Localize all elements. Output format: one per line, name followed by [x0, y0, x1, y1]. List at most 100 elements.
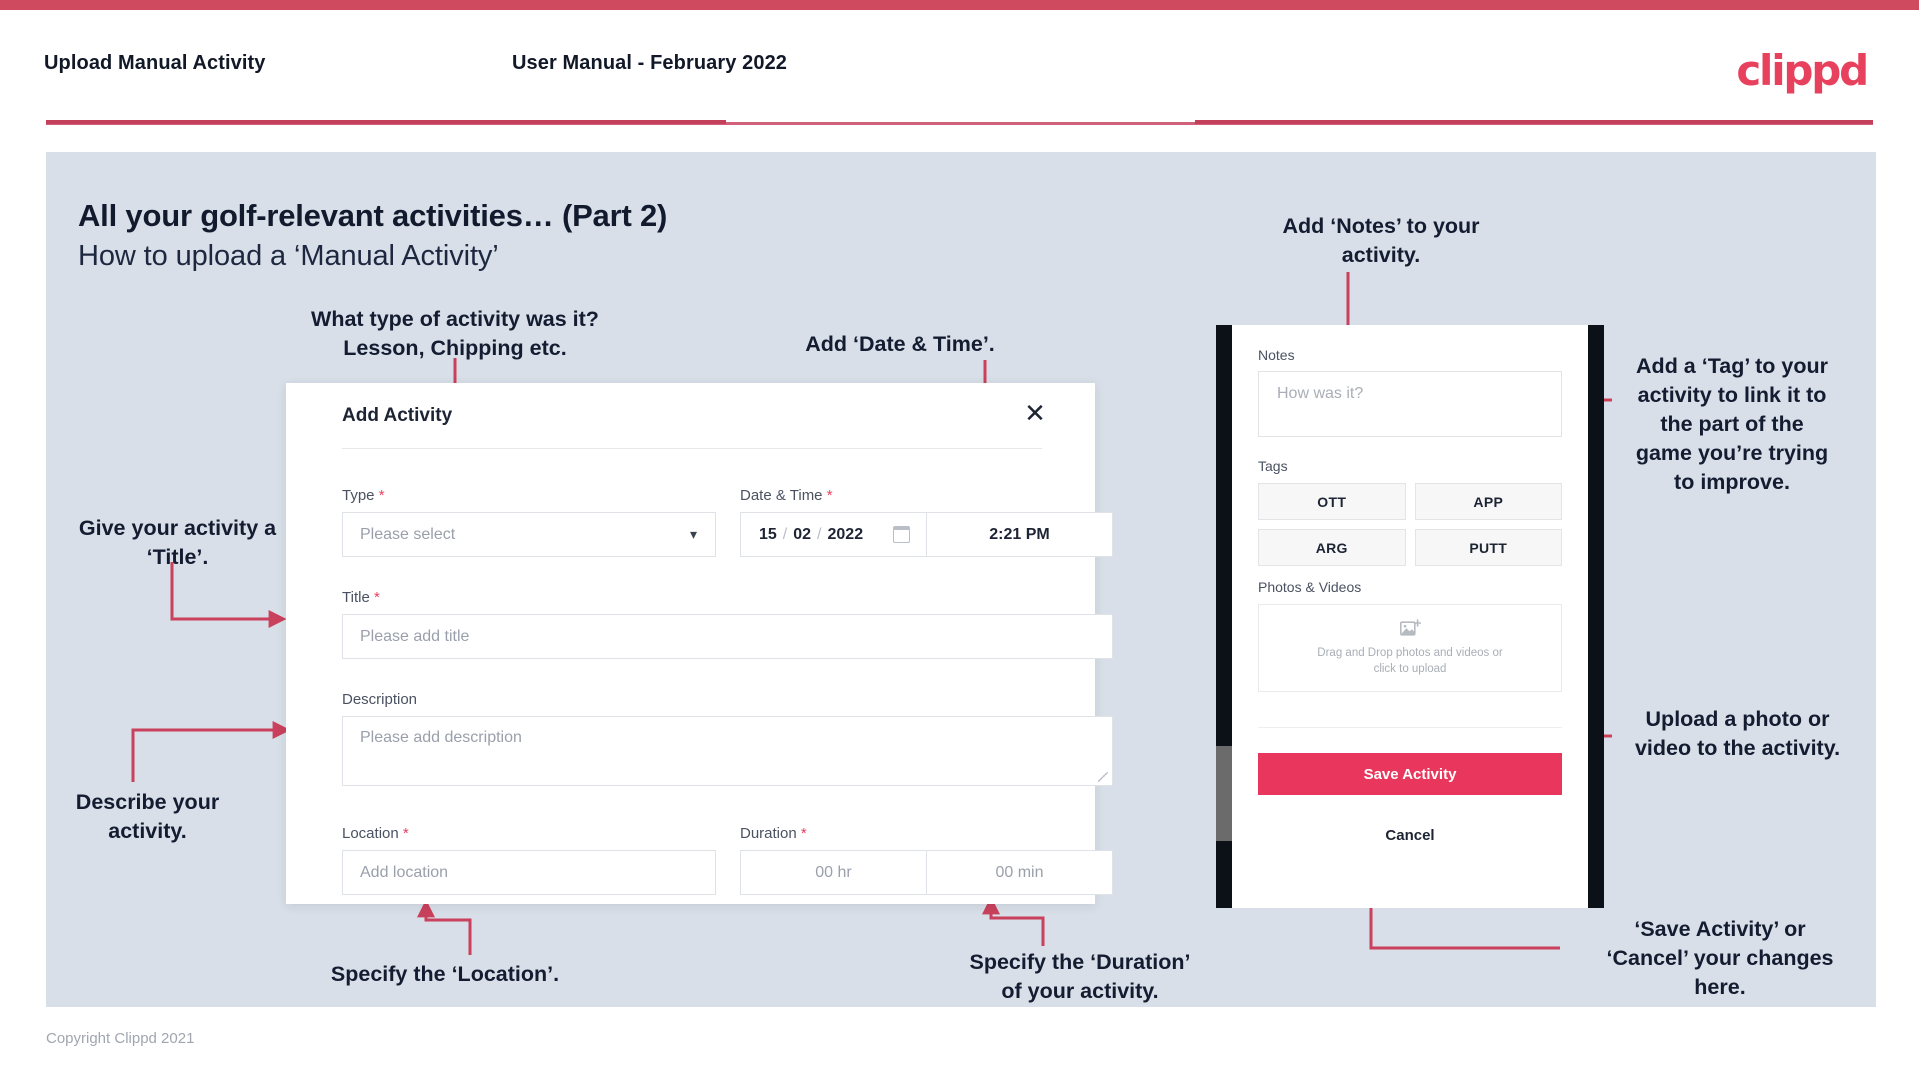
- phone-photos-label: Photos & Videos: [1258, 579, 1362, 595]
- save-activity-button[interactable]: Save Activity: [1258, 753, 1562, 795]
- annotation-notes: Add ‘Notes’ to your activity.: [1282, 214, 1480, 267]
- phone-side-button: [1216, 746, 1232, 841]
- clippd-logo: clippd: [1736, 46, 1869, 95]
- field-duration-required: *: [800, 825, 807, 842]
- annotation-type: What type of activity was it? Lesson, Ch…: [311, 307, 599, 360]
- title-input[interactable]: Please add title: [342, 614, 1113, 659]
- field-description: Description Please add description: [342, 691, 1113, 786]
- add-image-icon: [1399, 619, 1421, 636]
- field-date-time-label: Date & Time *: [740, 487, 1113, 504]
- time-value: 2:21 PM: [989, 525, 1050, 543]
- field-title: Title * Please add title: [342, 589, 1113, 659]
- date-time-group: 15 / 02 / 2022 2:21 PM: [740, 512, 1113, 557]
- annotation-location: Specify the ‘Location’.: [330, 962, 560, 986]
- calendar-icon[interactable]: [893, 526, 910, 543]
- field-description-label: Description: [342, 691, 1113, 708]
- field-date-time-label-text: Date & Time: [740, 487, 823, 504]
- field-date-time-required: *: [826, 487, 833, 504]
- slide-subtitle: How to upload a ‘Manual Activity’: [78, 240, 499, 272]
- annotation-upload: Upload a photo or video to the activity.: [1634, 707, 1841, 760]
- field-duration-label: Duration *: [740, 825, 1113, 842]
- field-type-label-text: Type: [342, 487, 375, 504]
- date-month: 02: [793, 525, 812, 543]
- annotation-save-cancel: ‘Save Activity’ or ‘Cancel’ your changes…: [1606, 917, 1834, 999]
- footer-copyright: Copyright Clippd 2021: [46, 1030, 195, 1047]
- field-description-label-text: Description: [342, 691, 418, 708]
- chevron-down-icon: ▾: [689, 526, 697, 543]
- field-type: Type * Please select ▾: [342, 487, 716, 557]
- phone-notes-input[interactable]: How was it?: [1258, 371, 1562, 437]
- field-location-label-text: Location: [342, 825, 399, 842]
- close-icon[interactable]: ✕: [1021, 400, 1049, 428]
- field-type-label: Type *: [342, 487, 716, 504]
- tag-button-putt[interactable]: PUTT: [1414, 529, 1562, 566]
- phone-tags-section: Tags OTT APP ARG PUTT: [1258, 458, 1562, 566]
- phone-bezel-right: [1588, 325, 1604, 908]
- dialog-header-divider: [342, 448, 1042, 449]
- duration-minutes-placeholder: 00 min: [995, 863, 1044, 881]
- field-title-required: *: [373, 589, 380, 606]
- cancel-button[interactable]: Cancel: [1258, 820, 1562, 850]
- phone-photos-section: Photos & Videos Drag and Drop photos and…: [1258, 579, 1562, 692]
- location-input-placeholder: Add location: [360, 863, 449, 881]
- phone-bezel-left: [1216, 325, 1232, 908]
- field-title-label: Title *: [342, 589, 1113, 606]
- phone-tags-label: Tags: [1258, 458, 1288, 474]
- date-sep-2: /: [817, 525, 822, 543]
- tag-button-arg[interactable]: ARG: [1258, 529, 1406, 566]
- phone-notes-section: Notes How was it?: [1258, 347, 1562, 437]
- duration-hours-placeholder: 00 hr: [815, 863, 852, 881]
- description-placeholder: Please add description: [360, 729, 522, 746]
- page-title: Upload Manual Activity: [44, 52, 266, 74]
- tag-button-app[interactable]: APP: [1414, 483, 1562, 520]
- manual-subtitle: User Manual - February 2022: [512, 52, 788, 74]
- location-input[interactable]: Add location: [342, 850, 716, 895]
- phone-upload-text: Drag and Drop photos and videos or click…: [1317, 645, 1502, 677]
- annotation-tags: Add a ‘Tag’ to your activity to link it …: [1635, 354, 1829, 494]
- top-accent-bar: [0, 0, 1919, 10]
- description-textarea[interactable]: Please add description: [342, 716, 1113, 786]
- title-input-placeholder: Please add title: [360, 627, 470, 645]
- field-type-required: *: [378, 487, 385, 504]
- add-activity-dialog: Add Activity ✕ Type * Please select ▾ Da…: [286, 383, 1113, 904]
- annotation-date-time: Add ‘Date & Time’.: [805, 332, 995, 356]
- annotation-description: Describe your activity.: [75, 790, 220, 843]
- phone-mockup: Notes How was it? Tags OTT APP ARG PUTT …: [1216, 325, 1604, 908]
- page-header: Upload Manual Activity User Manual - Feb…: [0, 10, 1919, 125]
- resize-grip-icon[interactable]: [1098, 772, 1108, 782]
- time-input[interactable]: 2:21 PM: [927, 512, 1113, 557]
- slide-title: All your golf-relevant activities… (Part…: [78, 198, 668, 233]
- duration-group: 00 hr 00 min: [740, 850, 1113, 895]
- phone-upload-line2: click to upload: [1373, 663, 1447, 675]
- date-day: 15: [759, 525, 777, 543]
- phone-notes-label: Notes: [1258, 347, 1295, 363]
- field-duration-label-text: Duration: [740, 825, 797, 842]
- duration-minutes-input[interactable]: 00 min: [927, 850, 1113, 895]
- header-divider-left: [46, 120, 726, 124]
- type-select[interactable]: Please select ▾: [342, 512, 716, 557]
- header-divider-right: [1195, 120, 1873, 124]
- annotation-duration: Specify the ‘Duration’ of your activity.: [969, 950, 1191, 1003]
- field-date-time: Date & Time * 15 / 02 / 2022 2:21 PM: [740, 487, 1113, 557]
- date-input[interactable]: 15 / 02 / 2022: [740, 512, 927, 557]
- slide-page: Upload Manual Activity User Manual - Feb…: [0, 0, 1919, 1079]
- phone-upload-line1: Drag and Drop photos and videos or: [1317, 647, 1503, 659]
- field-location-label: Location *: [342, 825, 716, 842]
- field-location: Location * Add location: [342, 825, 716, 895]
- date-sep-1: /: [782, 525, 788, 543]
- annotation-title: Give your activity a ‘Title’.: [78, 516, 277, 569]
- dialog-title: Add Activity: [342, 405, 453, 426]
- duration-hours-input[interactable]: 00 hr: [740, 850, 927, 895]
- phone-screen: Notes How was it? Tags OTT APP ARG PUTT …: [1232, 325, 1588, 908]
- dialog-header: Add Activity ✕: [286, 383, 1095, 447]
- phone-tags-grid: OTT APP ARG PUTT: [1258, 483, 1562, 566]
- field-title-label-text: Title: [342, 589, 370, 606]
- date-year: 2022: [827, 525, 864, 543]
- field-duration: Duration * 00 hr 00 min: [740, 825, 1113, 895]
- phone-upload-dropzone[interactable]: Drag and Drop photos and videos or click…: [1258, 604, 1562, 692]
- type-select-placeholder: Please select: [360, 525, 456, 543]
- phone-divider: [1258, 727, 1562, 728]
- field-location-required: *: [402, 825, 409, 842]
- tag-button-ott[interactable]: OTT: [1258, 483, 1406, 520]
- phone-notes-placeholder: How was it?: [1277, 385, 1364, 402]
